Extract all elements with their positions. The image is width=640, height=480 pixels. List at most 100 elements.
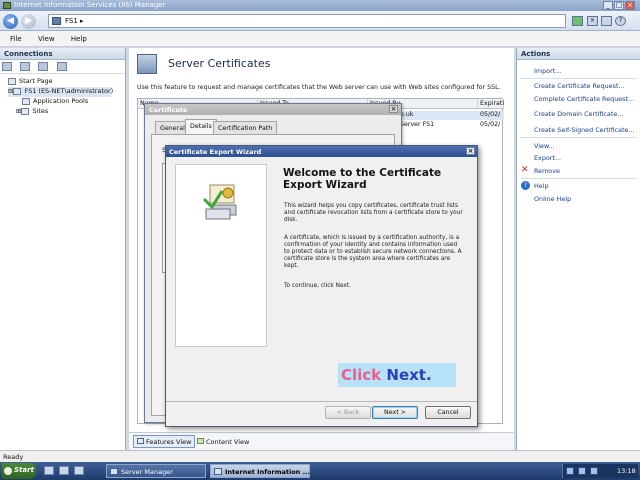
next-button[interactable]: Next > xyxy=(372,406,418,419)
action-help[interactable]: Help xyxy=(534,182,549,190)
connections-header: Connections xyxy=(0,48,125,60)
minimize-button[interactable]: _ xyxy=(603,1,613,10)
quicklaunch-explorer-icon[interactable] xyxy=(74,466,84,475)
menu-bar: File View Help xyxy=(0,31,640,47)
task-iis-manager[interactable]: Internet Information ... xyxy=(210,464,310,478)
forward-button[interactable]: ▶ xyxy=(21,14,36,29)
action-online-help[interactable]: Online Help xyxy=(534,195,571,203)
tree-item-start-page[interactable]: Start Page xyxy=(8,77,125,87)
home-icon[interactable] xyxy=(601,16,612,26)
cancel-button[interactable]: Cancel xyxy=(425,406,471,419)
volume-icon[interactable] xyxy=(578,467,586,475)
wizard-banner xyxy=(175,164,267,347)
quicklaunch-powershell-icon[interactable] xyxy=(59,466,69,475)
iis-app-icon xyxy=(3,2,11,9)
menu-view[interactable]: View xyxy=(38,35,55,43)
sites-icon xyxy=(21,107,30,115)
tree-item-sites[interactable]: ⊞ Sites xyxy=(8,107,125,117)
action-complete-certificate-request[interactable]: Complete Certificate Request... xyxy=(534,95,634,103)
connections-toolbar xyxy=(0,60,125,74)
window-titlebar: Internet Information Services (IIS) Mana… xyxy=(0,0,640,11)
status-bar: Ready xyxy=(0,450,640,462)
wizard-titlebar: Certificate Export Wizard × xyxy=(166,146,477,157)
wizard-close-button[interactable]: × xyxy=(466,147,475,155)
wizard-intro-text: This wizard helps you copy certificates,… xyxy=(284,203,463,223)
actions-header: Actions xyxy=(517,48,640,60)
wizard-heading: Welcome to the Certificate Export Wizard xyxy=(283,167,442,191)
connect-server-icon[interactable] xyxy=(56,62,67,71)
application-pools-icon xyxy=(22,97,30,105)
features-view-button[interactable]: Features View xyxy=(133,435,196,448)
quicklaunch-server-manager-icon[interactable] xyxy=(44,466,54,475)
divider xyxy=(521,178,637,179)
table-row[interactable]: Server FS1 05/02/ xyxy=(400,121,504,130)
page-title: Server Certificates xyxy=(168,57,271,70)
cell-expiration: 05/02/ xyxy=(480,111,501,118)
tab-certification-path[interactable]: Certification Path xyxy=(213,121,278,134)
connections-panel: Connections Start Page ⊟ FS1 (ES-NET\admi… xyxy=(0,48,126,450)
remove-icon: ✕ xyxy=(521,165,529,175)
action-create-domain-certificate[interactable]: Create Domain Certificate... xyxy=(534,110,623,118)
menu-file[interactable]: File xyxy=(10,35,22,43)
action-create-self-signed-certificate[interactable]: Create Self-Signed Certificate... xyxy=(534,126,634,134)
features-view-icon xyxy=(137,438,144,444)
address-field[interactable]: FS1 ▸ xyxy=(48,14,566,28)
maximize-button[interactable]: □ xyxy=(614,1,624,10)
iis-app-icon xyxy=(214,468,222,475)
action-create-certificate-request[interactable]: Create Certificate Request... xyxy=(534,82,625,90)
certificate-dialog-title: Certificate × xyxy=(145,104,401,115)
window-title: Internet Information Services (IIS) Mana… xyxy=(14,1,166,9)
server-icon xyxy=(13,87,22,95)
cell-expiration: 05/02/ xyxy=(480,121,501,128)
divider xyxy=(521,137,637,138)
tree-item-application-pools[interactable]: Application Pools xyxy=(8,97,125,107)
network-icon[interactable] xyxy=(566,467,574,475)
wizard-continue-text: To continue, click Next. xyxy=(284,283,351,289)
stop-icon[interactable]: × xyxy=(587,16,598,26)
action-import[interactable]: Import... xyxy=(534,67,561,75)
server-icon xyxy=(52,17,61,25)
save-icon[interactable] xyxy=(20,62,31,71)
action-remove[interactable]: Remove xyxy=(534,167,560,175)
help-icon[interactable]: ? xyxy=(615,16,626,26)
wizard-explanation-text: A certificate, which is issued by a cert… xyxy=(284,235,462,269)
refresh-icon[interactable] xyxy=(572,16,583,26)
menu-help[interactable]: Help xyxy=(71,35,87,43)
content-view-icon xyxy=(197,438,204,444)
action-export[interactable]: Export... xyxy=(534,154,561,162)
task-server-manager[interactable]: Server Manager xyxy=(106,464,206,478)
up-icon[interactable] xyxy=(38,62,49,71)
system-tray: 13:18 xyxy=(562,464,638,478)
actions-panel: Actions Import... Create Certificate Req… xyxy=(516,48,640,450)
certificate-close-button[interactable]: × xyxy=(389,105,398,113)
help-icon: ? xyxy=(521,181,530,190)
taskbar: Start Server Manager Internet Informatio… xyxy=(0,462,640,480)
back-button[interactable]: ◀ xyxy=(3,14,18,29)
security-icon[interactable] xyxy=(590,467,598,475)
clock[interactable]: 13:18 xyxy=(617,467,636,475)
address-path: FS1 xyxy=(65,17,78,25)
start-page-icon xyxy=(8,77,16,85)
windows-logo-icon xyxy=(4,467,12,475)
divider xyxy=(521,78,637,79)
divider xyxy=(166,401,477,402)
close-window-button[interactable]: × xyxy=(625,1,635,10)
page-description: Use this feature to request and manage c… xyxy=(137,84,501,91)
certificates-icon xyxy=(137,54,157,74)
back-button[interactable]: < Back xyxy=(325,406,371,419)
column-expiration[interactable]: Expirati xyxy=(478,99,504,109)
action-view[interactable]: View... xyxy=(534,142,555,150)
connect-icon[interactable] xyxy=(2,62,12,71)
cell-issued-by: o.uk xyxy=(400,111,414,118)
status-text: Ready xyxy=(3,453,24,461)
view-switcher: Features View Content View xyxy=(129,432,514,450)
breadcrumb-arrow-icon: ▸ xyxy=(80,17,84,25)
callout-next-text: Next. xyxy=(386,366,432,384)
cell-issued-by: Server FS1 xyxy=(400,121,435,128)
table-row[interactable]: o.uk 05/02/ xyxy=(400,111,504,120)
start-button[interactable]: Start xyxy=(2,463,36,479)
content-view-button[interactable]: Content View xyxy=(193,435,253,448)
tutorial-callout: Click Next. xyxy=(338,363,456,387)
tree-item-server[interactable]: ⊟ FS1 (ES-NET\administrator) xyxy=(8,87,113,97)
server-manager-icon xyxy=(110,468,118,475)
